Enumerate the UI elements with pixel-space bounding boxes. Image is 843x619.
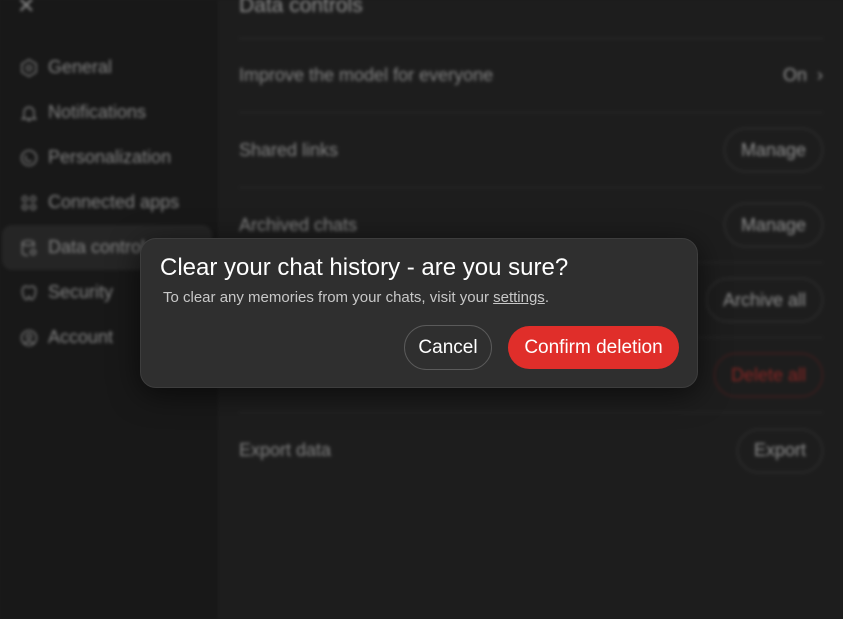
export-button[interactable]: Export [736, 428, 823, 473]
page-title: Data controls [239, 0, 363, 17]
sidebar-item-personalization[interactable]: Personalization [2, 135, 212, 180]
toggle-value: On [782, 64, 807, 85]
personalization-icon [18, 147, 40, 169]
cancel-button[interactable]: Cancel [404, 325, 492, 370]
confirm-deletion-button[interactable]: Confirm deletion [508, 326, 679, 369]
dialog-message: To clear any memories from your chats, v… [163, 289, 549, 306]
sidebar-item-notifications[interactable]: Notifications [2, 90, 212, 135]
close-icon[interactable]: ✕ [17, 0, 37, 17]
row-shared-links: Shared links Manage [239, 113, 823, 188]
dialog-message-end: . [544, 289, 549, 306]
gear-icon [18, 57, 40, 79]
sidebar-item-label: Data controls [48, 237, 155, 257]
apps-icon [18, 192, 40, 214]
dialog-title: Clear your chat history - are you sure? [160, 254, 569, 281]
sidebar-item-label: Security [48, 282, 114, 302]
confirm-dialog: Clear your chat history - are you sure? … [140, 238, 698, 388]
row-label: Improve the model for everyone [239, 64, 494, 85]
dialog-message-text: To clear any memories from your chats, v… [163, 289, 494, 306]
row-improve-model: Improve the model for everyone On › [239, 38, 823, 113]
improve-model-toggle[interactable]: On › [783, 65, 823, 86]
user-circle-icon [18, 327, 40, 349]
row-export-data: Export data Export [239, 413, 823, 488]
sidebar-item-label: General [48, 57, 113, 77]
manage-archived-chats-button[interactable]: Manage [723, 203, 823, 247]
archive-all-button[interactable]: Archive all [705, 278, 823, 322]
row-label: Archived chats [239, 214, 358, 235]
delete-all-button[interactable]: Delete all [713, 353, 823, 397]
sidebar-item-label: Connected apps [48, 192, 180, 212]
sidebar-item-general[interactable]: General [2, 45, 212, 90]
sidebar-item-label: Personalization [48, 147, 172, 167]
settings-link[interactable]: settings [493, 289, 545, 306]
manage-shared-links-button[interactable]: Manage [723, 128, 823, 172]
chevron-right-icon: › [817, 64, 823, 85]
security-icon [18, 282, 40, 304]
bell-icon [18, 102, 40, 124]
row-label: Export data [239, 440, 332, 460]
row-label: Shared links [239, 139, 339, 160]
sidebar-item-label: Account [48, 327, 114, 347]
database-icon [18, 237, 40, 259]
sidebar-item-connected-apps[interactable]: Connected apps [2, 180, 212, 225]
sidebar-item-label: Notifications [48, 102, 147, 122]
